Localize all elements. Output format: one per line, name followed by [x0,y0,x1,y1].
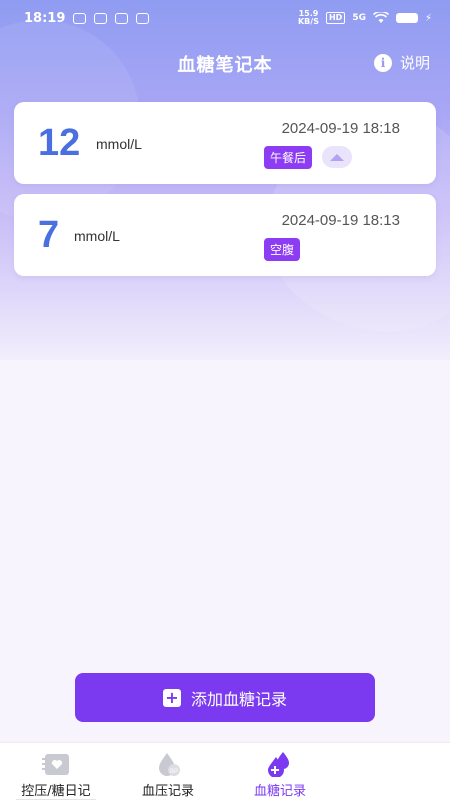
page-title: 血糖笔记本 [177,55,273,76]
tab-label: 血糖记录 [253,784,306,799]
notification-icon [94,12,108,24]
glucose-unit: mmol/L [96,136,142,152]
charging-icon: ⚡ [424,12,432,24]
help-label: 说明 [399,54,430,72]
blood-pressure-drop-icon: BP [153,751,183,777]
help-button[interactable]: i 说明 [373,52,430,73]
upload-cloud-icon[interactable] [322,146,352,168]
tab-label: 血压记录 [141,784,194,799]
notification-icon [73,12,87,24]
tab-label: 控压/糖日记 [21,784,91,799]
notebook-heart-icon [41,751,71,777]
blood-glucose-drop-icon [265,751,295,777]
tab-blood-glucose[interactable]: 血糖记录 [224,743,336,800]
meal-tag: 午餐后 [264,146,313,169]
glucose-value: 7 [38,214,60,256]
info-icon: i [373,53,392,72]
bottom-tab-bar: 控压/糖日记 BP 血压记录 血糖记录 [0,742,450,800]
network-type: 5G [352,13,366,23]
svg-text:BP: BP [170,769,178,775]
notification-icon [136,12,150,24]
wifi-icon [372,12,389,23]
record-datetime: 2024-09-19 18:13 [281,212,400,229]
status-time: 18:19 [24,10,66,26]
record-card[interactable]: 12 mmol/L 2024-09-19 18:18 午餐后 [14,102,436,184]
hd-icon: HD [325,12,346,24]
tab-blood-pressure[interactable]: BP 血压记录 [112,743,224,800]
tab-diary[interactable]: 控压/糖日记 [0,743,112,800]
status-bar: 18:19 15.9 KB/S HD 5G ⚡ [0,0,450,36]
network-speed: 15.9 KB/S [298,10,319,26]
notification-icon [115,12,129,24]
glucose-value: 12 [38,122,81,164]
glucose-unit: mmol/L [74,228,120,244]
meal-tag: 空腹 [264,238,301,261]
plus-icon: + [162,688,181,707]
network-speed-unit: KB/S [297,17,319,26]
battery-icon [395,13,418,23]
record-card[interactable]: 7 mmol/L 2024-09-19 18:13 空腹 [14,194,436,276]
add-button-label: 添加血糖记录 [190,689,287,709]
record-datetime: 2024-09-19 18:18 [281,120,400,137]
add-glucose-record-button[interactable]: + 添加血糖记录 [75,673,375,722]
